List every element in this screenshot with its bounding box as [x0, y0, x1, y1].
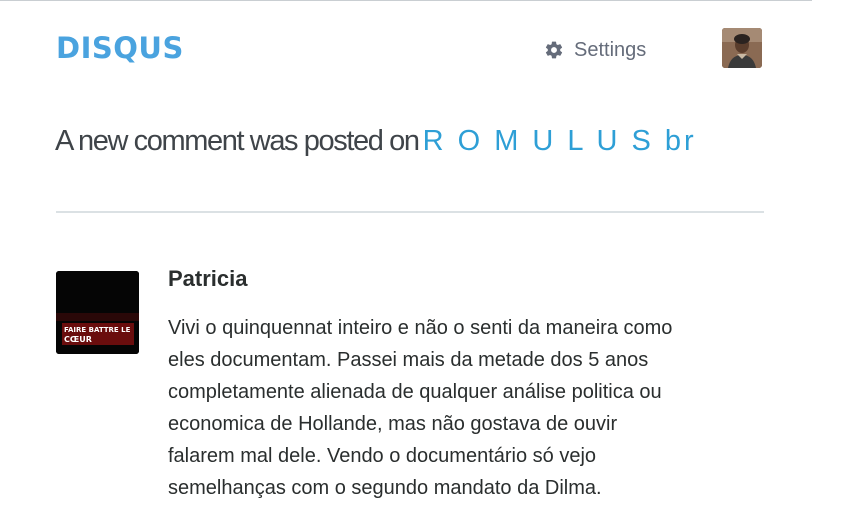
- divider: [56, 211, 764, 213]
- settings-label: Settings: [574, 38, 647, 61]
- gear-icon: [545, 41, 563, 59]
- top-border: [0, 0, 812, 1]
- comment-line: Vivi o quinquennat inteiro e não o senti…: [168, 317, 673, 339]
- comment-body: Vivi o quinquennat inteiro e não o senti…: [168, 312, 768, 504]
- settings-link[interactable]: Settings: [544, 36, 646, 64]
- comment-line: completamente alienada de qualquer análi…: [168, 381, 662, 403]
- comment-author-avatar[interactable]: FAIRE BATTRE LE CŒUR: [56, 271, 139, 354]
- comment-avatar-image: FAIRE BATTRE LE CŒUR: [56, 271, 139, 354]
- notification-intro: A new comment was posted on: [55, 125, 420, 157]
- comment-line: eles documentam. Passei mais da metade d…: [168, 349, 649, 371]
- comment-line: falarem mal dele. Vendo o documentário s…: [168, 445, 597, 467]
- header: DISQUS Settings: [56, 28, 764, 70]
- disqus-logo[interactable]: DISQUS: [56, 31, 184, 65]
- user-avatar-image: [722, 28, 762, 68]
- comment-line: economica de Hollande, mas não gostava d…: [168, 413, 618, 435]
- comment-author-name[interactable]: Patricia: [168, 266, 248, 292]
- comment-line: semelhanças com o segundo mandato da Dil…: [168, 477, 602, 499]
- avatar-caption-line2: CŒUR: [64, 335, 92, 344]
- user-avatar[interactable]: [722, 28, 762, 68]
- notification-headline: A new comment was posted on R O M U L U S…: [55, 125, 697, 158]
- avatar-caption-line1: FAIRE BATTRE LE: [64, 326, 131, 334]
- site-link[interactable]: R O M U L U S br: [423, 125, 697, 157]
